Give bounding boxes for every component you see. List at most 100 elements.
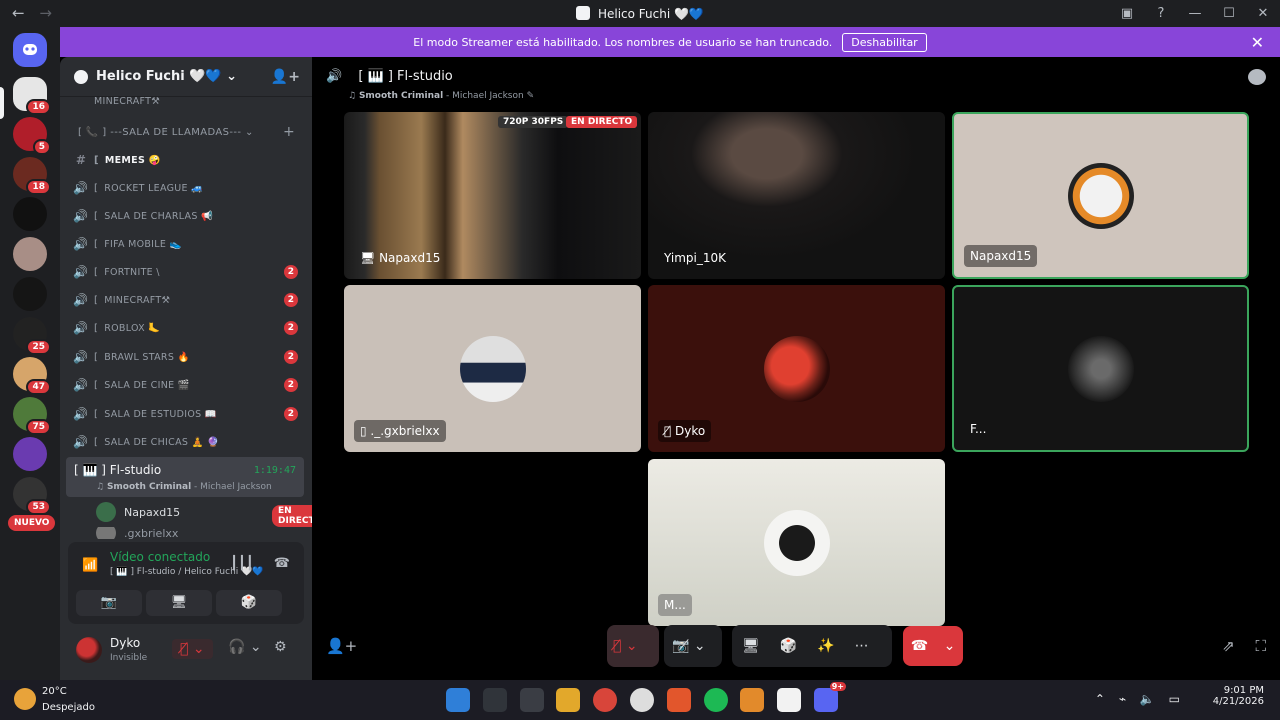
mute-icon[interactable]: 🎙̸ ⌄ <box>172 639 213 659</box>
maximize-button[interactable]: ☐ <box>1212 6 1246 21</box>
channel-label: SALA DE CINE 🎬 <box>104 379 190 391</box>
category-label: [ 📞 ] ---SALA DE LLAMADAS--- ⌄ <box>78 127 254 138</box>
server-item[interactable]: 75 <box>13 397 51 435</box>
clock[interactable]: 9:01 PM 4/21/2026 <box>1213 685 1264 707</box>
camera-control[interactable]: 📷̸ ⌄ <box>664 625 722 667</box>
call-timer: 1:19:47 <box>253 465 296 476</box>
channel-label: MINECRAFT⚒ <box>94 95 161 107</box>
server-item[interactable]: 47 <box>13 357 51 395</box>
avatar[interactable] <box>76 637 102 663</box>
channel-item-rocket-league[interactable]: 🔊 [ ROCKET LEAGUE 🚙 <box>68 175 304 201</box>
voice-channel-icon: 🔊 <box>73 378 89 392</box>
voice-status[interactable]: Vídeo conectado <box>110 550 210 564</box>
chevron-up-icon[interactable]: ⌃ <box>1095 692 1105 706</box>
server-item[interactable] <box>13 237 47 271</box>
taskbar-apps: 9+ <box>446 682 851 712</box>
screen-share-icon[interactable]: 🖥 <box>732 638 770 654</box>
invite-to-call-icon[interactable]: 👤+ <box>326 637 357 655</box>
minimize-button[interactable]: — <box>1178 6 1212 21</box>
mic-muted-icon[interactable]: 🎙̸ ⌄ <box>607 638 644 654</box>
video-tile-napaxd15[interactable]: Napaxd15 <box>952 112 1249 279</box>
notion-icon[interactable] <box>777 688 802 712</box>
more-options-icon[interactable]: ⋯ <box>845 638 879 654</box>
channel-item-sala-de-estudios[interactable]: 🔊 [ SALA DE ESTUDIOS 📖 2 <box>68 401 304 427</box>
chrome-icon[interactable] <box>593 688 618 712</box>
camera-off-icon[interactable]: 📷̸ ⌄ <box>664 638 714 654</box>
voice-member[interactable]: .gxbrielxx <box>96 527 178 539</box>
channel-item-minecraft[interactable]: 🔊 [ MINECRAFT⚒ 2 <box>68 287 304 313</box>
server-item[interactable] <box>13 277 47 311</box>
headset-icon[interactable]: 🎧 ⌄ <box>228 639 262 655</box>
channel-label: SALA DE CHICAS 🧘 🔮 <box>104 436 220 448</box>
network-icon[interactable]: ⌁ <box>1119 692 1126 706</box>
obs-icon[interactable] <box>629 688 654 712</box>
mute-control[interactable]: 🎙̸ ⌄ <box>607 625 659 667</box>
user-name[interactable]: Dyko <box>110 636 140 650</box>
server-item[interactable] <box>13 437 47 471</box>
tile-label: 🎙̸ Dyko <box>658 420 712 442</box>
member-name: Napaxd15 <box>124 505 181 519</box>
discord-home-icon[interactable] <box>13 33 47 67</box>
camera-toggle-button[interactable]: 📷 <box>76 590 142 616</box>
battery-icon[interactable]: ▭ <box>1169 692 1180 706</box>
video-tile-yimpi[interactable]: Yimpi_10K <box>648 112 945 279</box>
disable-streamer-button[interactable]: Deshabilitar <box>842 32 927 52</box>
channel-item-sala-de-charlas[interactable]: 🔊 [ SALA DE CHARLAS 📢 <box>68 203 304 229</box>
text-channel-icon: # <box>75 153 87 167</box>
help-icon[interactable]: ? <box>1144 6 1178 21</box>
server-helico-fuchi[interactable]: 16 <box>13 77 51 115</box>
category-sala-de-llamadas[interactable]: [ 📞 ] ---SALA DE LLAMADAS--- ⌄ + <box>78 124 295 140</box>
close-button[interactable]: ✕ <box>1246 6 1280 21</box>
noise-suppression-icon[interactable]: ┃┃┃ <box>230 556 253 571</box>
video-tile-gxbrielxx[interactable]: ▯ ._.gxbrielxx <box>344 285 641 452</box>
channel-item-roblox[interactable]: 🔊 [ ROBLOX 🦶 2 <box>68 315 304 341</box>
server-item[interactable]: 5 <box>13 117 51 155</box>
task-view-icon[interactable] <box>519 688 544 712</box>
file-explorer-icon[interactable] <box>556 688 581 712</box>
active-voice-channel[interactable]: [ 🎹 ] Fl-studio 1:19:47 ♫ Smooth Crimina… <box>66 457 304 497</box>
fl-studio-icon[interactable] <box>740 688 765 712</box>
channel-item-memes[interactable]: # [ MEMES 🤪 <box>68 147 304 173</box>
search-icon[interactable] <box>482 688 507 712</box>
activities-button[interactable]: 🎲 <box>216 590 282 616</box>
soundboard-icon[interactable]: ✨ <box>807 638 844 654</box>
video-tile-f[interactable]: F... <box>952 285 1249 452</box>
channel-item-partial[interactable]: MINECRAFT⚒ <box>68 95 304 107</box>
activities-icon[interactable]: 🎲 <box>770 638 807 654</box>
spotify-icon[interactable] <box>703 688 728 712</box>
channel-item-fortnite[interactable]: 🔊 [ FORTNITE \ 2 <box>68 259 304 285</box>
banner-close-icon[interactable]: ✕ <box>1251 33 1264 52</box>
channel-item-fifa-mobile[interactable]: 🔊 [ FIFA MOBILE 👟 <box>68 231 304 257</box>
add-channel-icon[interactable]: + <box>283 124 295 140</box>
settings-gear-icon[interactable]: ⚙ <box>274 639 287 655</box>
voice-member[interactable]: Napaxd15 <box>96 500 180 524</box>
server-item[interactable] <box>13 197 47 231</box>
chat-icon[interactable] <box>1248 69 1266 85</box>
tile-label: Napaxd15 <box>964 245 1038 267</box>
pop-out-icon[interactable]: ⇗ <box>1222 637 1235 655</box>
fullscreen-icon[interactable]: ⛶ <box>1255 637 1266 655</box>
channel-item-sala-de-cine[interactable]: 🔊 [ SALA DE CINE 🎬 2 <box>68 372 304 398</box>
server-item[interactable]: 53 <box>13 477 51 515</box>
video-tile-m[interactable]: M... <box>648 459 945 626</box>
channel-label: MINECRAFT⚒ <box>104 294 171 306</box>
screen-share-button[interactable]: 🖥 <box>146 590 212 616</box>
channel-item-brawl-stars[interactable]: 🔊 [ BRAWL STARS 🔥 2 <box>68 344 304 370</box>
server-header[interactable]: Helico Fuchi 🤍💙 ⌄ 👤+ <box>60 57 312 97</box>
active-channel-name: [ 🎹 ] Fl-studio <box>74 463 162 477</box>
start-icon[interactable] <box>446 688 470 712</box>
server-item[interactable]: 25 <box>13 317 51 355</box>
discord-icon[interactable]: 9+ <box>813 682 846 712</box>
volume-icon[interactable]: 🔈 <box>1140 692 1155 706</box>
invite-icon[interactable]: 👤+ <box>271 69 300 85</box>
video-tile-dyko[interactable]: 🎙̸ Dyko <box>648 285 945 452</box>
disconnect-button[interactable]: ☎ ⌄ <box>903 626 963 666</box>
video-tile-napaxd15-stream[interactable]: 720P 30FPS EN DIRECTO 🖥 Napaxd15 <box>344 112 641 279</box>
stage-song-status: ♫ Smooth Criminal - Michael Jackson ✎ <box>348 91 535 101</box>
channel-item-sala-de-chicas[interactable]: 🔊 [ SALA DE CHICAS 🧘 🔮 <box>68 429 304 455</box>
video-stage: 🔊 [ 🎹 ] Fl-studio ♫ Smooth Criminal - Mi… <box>312 57 1280 680</box>
inbox-icon[interactable]: ▣ <box>1110 6 1144 21</box>
brave-icon[interactable] <box>666 688 691 712</box>
disconnect-icon[interactable]: ☎ <box>274 556 290 571</box>
server-item[interactable]: 18 <box>13 157 51 195</box>
